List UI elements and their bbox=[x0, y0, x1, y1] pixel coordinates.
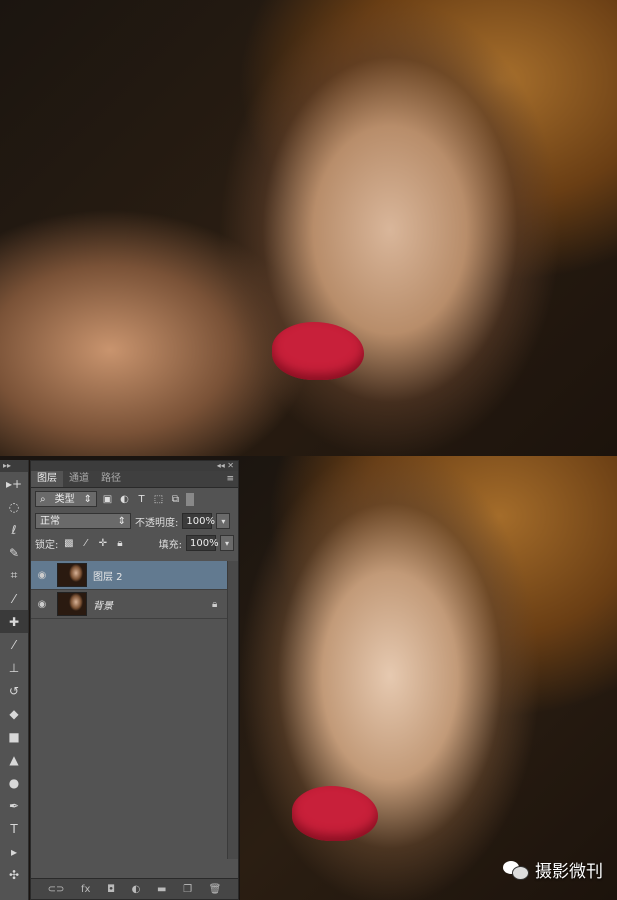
lock-pixels-icon[interactable]: ⁄ bbox=[79, 537, 92, 550]
link-icon[interactable]: ⊂⊃ bbox=[48, 884, 65, 895]
mask-icon[interactable]: ◘ bbox=[107, 884, 115, 895]
filter-pixel-icon[interactable]: ▣ bbox=[101, 493, 114, 506]
photo-before bbox=[0, 0, 617, 456]
blend-mode-select[interactable]: 正常 ⇕ bbox=[35, 513, 131, 529]
lasso-icon[interactable]: ℓ bbox=[0, 518, 28, 541]
tab-layers[interactable]: 图层 bbox=[31, 471, 63, 487]
eye-icon[interactable]: ◉ bbox=[31, 570, 53, 581]
move-icon[interactable]: ▸+ bbox=[0, 472, 28, 495]
adjustment-icon[interactable]: ◐ bbox=[132, 884, 141, 895]
photo-after: 摄影微刊 bbox=[240, 456, 617, 900]
lock-row: 锁定: ▩ ⁄ ✛ 🔒︎ 填充: 100% ▾ bbox=[31, 532, 238, 554]
blend-row: 正常 ⇕ 不透明度: 100% ▾ bbox=[31, 510, 238, 532]
lips bbox=[272, 322, 364, 380]
tools-header[interactable]: ▸▸ bbox=[0, 460, 28, 472]
marquee-icon[interactable]: ◌ bbox=[0, 495, 28, 518]
path-select-icon[interactable]: ▸ bbox=[0, 840, 28, 863]
search-icon: ⌕ bbox=[40, 494, 46, 505]
stamp-icon[interactable]: ⊥ bbox=[0, 656, 28, 679]
fill-input[interactable]: 100% bbox=[186, 535, 219, 551]
history-brush-icon[interactable]: ↺ bbox=[0, 679, 28, 702]
panel-tabs: 图层 通道 路径 ≡ bbox=[31, 471, 238, 488]
filter-toggle-icon[interactable] bbox=[186, 492, 194, 506]
wechat-icon bbox=[503, 859, 529, 881]
filter-kind-select[interactable]: ⌕ 类型 ⇕ bbox=[35, 491, 97, 507]
type-icon[interactable]: T bbox=[0, 817, 28, 840]
new-layer-icon[interactable]: ❐ bbox=[183, 884, 192, 895]
group-icon[interactable]: ▬ bbox=[157, 884, 166, 895]
tools-panel: ▸▸ ▸+ ◌ ℓ ✎ ⌗ ⁄ ✚ ⁄ ⊥ ↺ ◆ ■ ▲ ● ✒ T ▸ ✣ bbox=[0, 460, 29, 900]
layers-panel: ◂◂ ✕ 图层 通道 路径 ≡ ⌕ 类型 ⇕ ▣ ◐ T ⬚ ⧉ 正常 ⇕ 不透… bbox=[30, 460, 239, 900]
opacity-input[interactable]: 100% bbox=[182, 513, 215, 529]
eyedropper-icon[interactable]: ⁄ bbox=[0, 587, 28, 610]
tab-paths[interactable]: 路径 bbox=[95, 471, 127, 487]
blur-icon[interactable]: ▲ bbox=[0, 748, 28, 771]
fx-icon[interactable]: fx bbox=[81, 884, 90, 895]
shape-icon[interactable]: ✣ bbox=[0, 863, 28, 886]
filter-adjust-icon[interactable]: ◐ bbox=[118, 493, 131, 506]
fill-label: 填充: bbox=[158, 539, 182, 551]
filter-type-icon[interactable]: T bbox=[135, 493, 148, 506]
panel-footer: ⊂⊃ fx ◘ ◐ ▬ ❐ 🗑︎ bbox=[31, 878, 238, 899]
tab-channels[interactable]: 通道 bbox=[63, 471, 95, 487]
gradient-icon[interactable]: ■ bbox=[0, 725, 28, 748]
layer-name: 背景 bbox=[93, 600, 113, 612]
filter-smart-icon[interactable]: ⧉ bbox=[169, 493, 182, 506]
lips bbox=[292, 786, 378, 841]
blend-mode-value: 正常 bbox=[40, 516, 60, 527]
lock-position-icon[interactable]: ✛ bbox=[96, 537, 109, 550]
lock-icon: 🔒︎ bbox=[212, 598, 218, 610]
crop-icon[interactable]: ⌗ bbox=[0, 564, 28, 587]
lock-transparent-icon[interactable]: ▩ bbox=[62, 537, 75, 550]
filter-kind-value: 类型 bbox=[54, 494, 75, 505]
opacity-dropdown-icon[interactable]: ▾ bbox=[216, 513, 231, 529]
panel-collapse[interactable]: ◂◂ ✕ bbox=[31, 461, 238, 471]
watermark-text: 摄影微刊 bbox=[535, 862, 603, 882]
filter-shape-icon[interactable]: ⬚ bbox=[152, 493, 165, 506]
layer-row[interactable]: ◉ 背景 🔒︎ bbox=[31, 590, 228, 619]
dodge-icon[interactable]: ● bbox=[0, 771, 28, 794]
layers-list: ◉ 图层 2 ◉ 背景 🔒︎ bbox=[31, 561, 228, 859]
eraser-icon[interactable]: ◆ bbox=[0, 702, 28, 725]
layer-name: 图层 2 bbox=[93, 571, 123, 583]
fill-dropdown-icon[interactable]: ▾ bbox=[220, 535, 234, 551]
layer-row[interactable]: ◉ 图层 2 bbox=[31, 561, 228, 590]
trash-icon[interactable]: 🗑︎ bbox=[209, 884, 222, 895]
layer-thumbnail bbox=[57, 563, 87, 587]
watermark: 摄影微刊 bbox=[503, 857, 603, 882]
lock-all-icon[interactable]: 🔒︎ bbox=[113, 537, 126, 550]
brush-icon[interactable]: ⁄ bbox=[0, 633, 28, 656]
layer-thumbnail bbox=[57, 592, 87, 616]
opacity-label: 不透明度: bbox=[135, 517, 179, 529]
quick-select-icon[interactable]: ✎ bbox=[0, 541, 28, 564]
filter-row: ⌕ 类型 ⇕ ▣ ◐ T ⬚ ⧉ bbox=[31, 488, 238, 510]
eye-icon[interactable]: ◉ bbox=[31, 599, 53, 610]
panel-menu-icon[interactable]: ≡ bbox=[226, 471, 238, 487]
updown-icon: ⇕ bbox=[83, 494, 92, 505]
healing-brush-icon[interactable]: ✚ bbox=[0, 610, 28, 633]
pen-icon[interactable]: ✒ bbox=[0, 794, 28, 817]
updown-icon: ⇕ bbox=[117, 516, 126, 527]
lock-label: 锁定: bbox=[35, 539, 59, 551]
layers-scrollbar[interactable] bbox=[227, 561, 238, 859]
